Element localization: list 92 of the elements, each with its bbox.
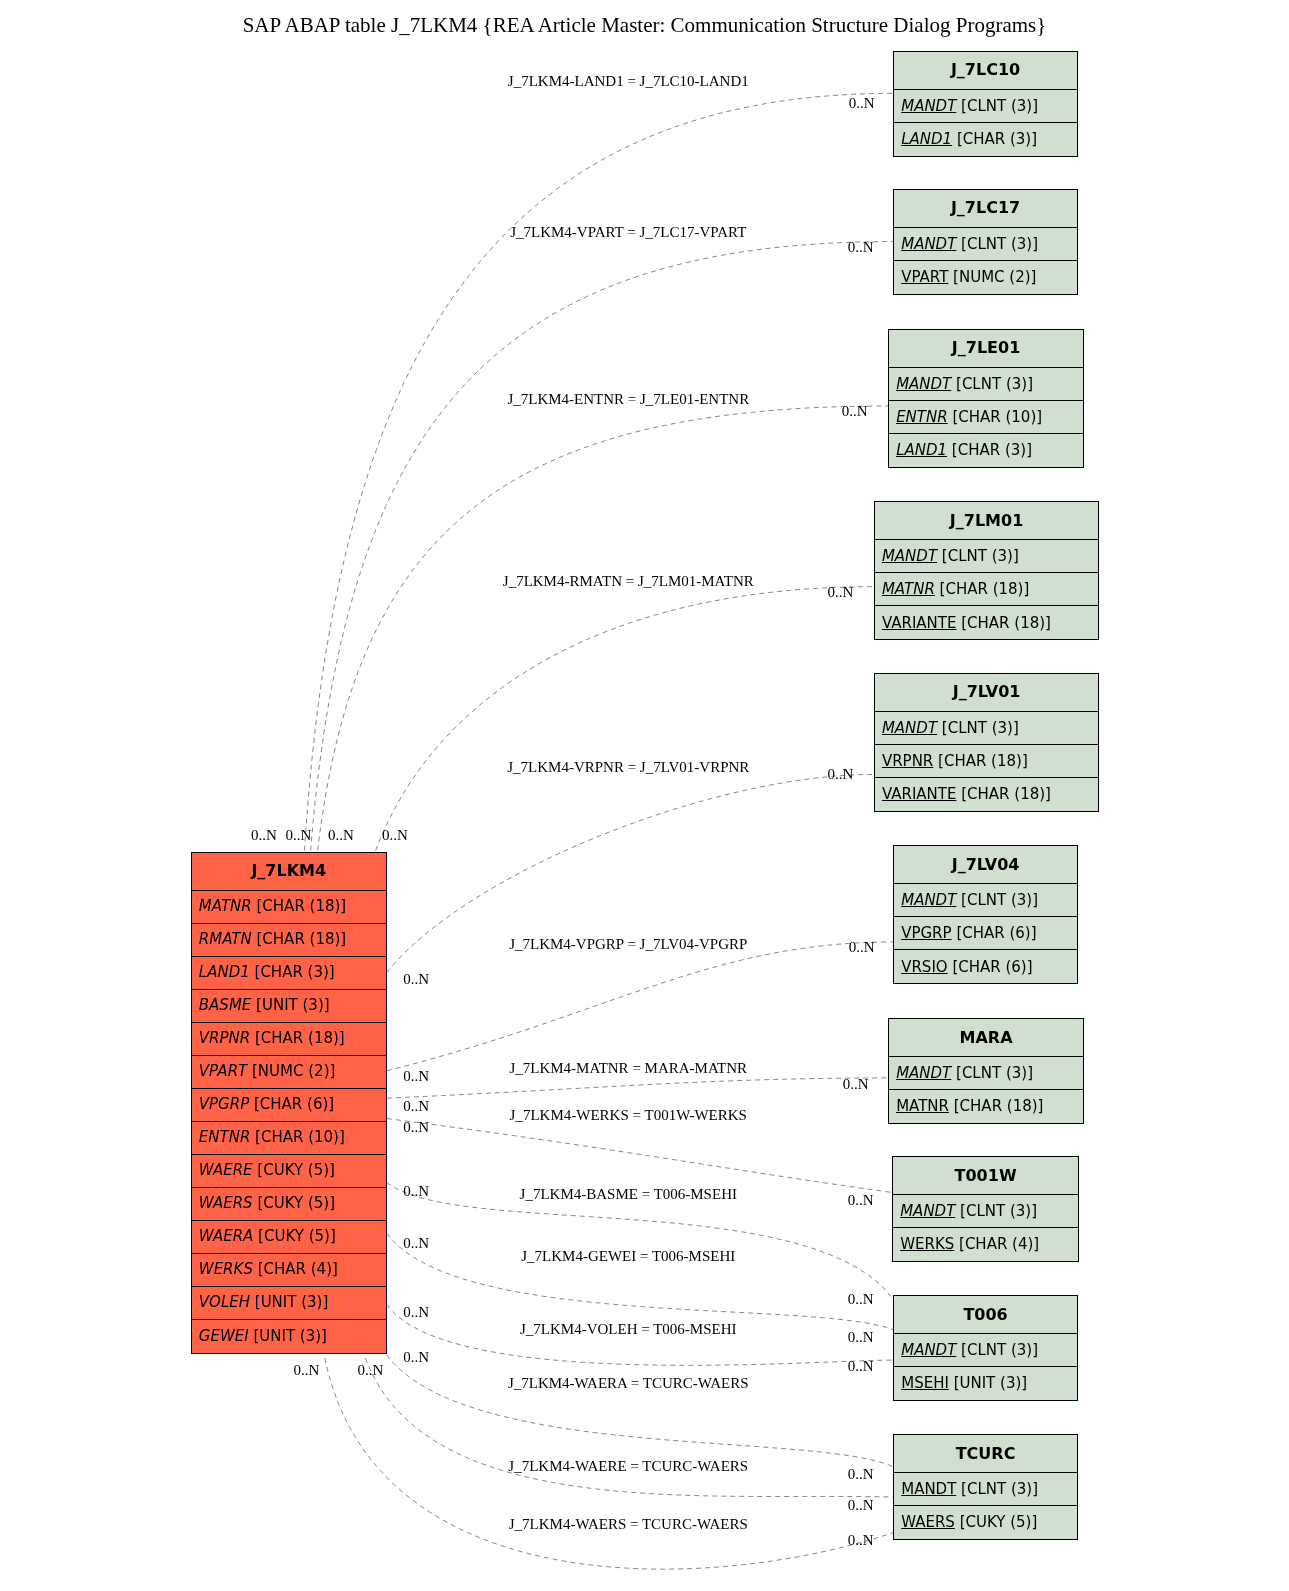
field-row-text: MSEHI [UNIT (3)] [900,1373,1029,1395]
cardinality-label: 0..N [827,765,854,785]
cardinality-label: 0..N [403,1347,430,1367]
field-row: WERKS [CHAR (4)] [191,1253,386,1287]
relationship-label: J_7LKM4-VOLEH = T006-MSEHI [520,1319,737,1339]
relationship-label: J_7LKM4-BASME = T006-MSEHI [519,1184,737,1204]
table-header: MARA [889,1019,1083,1058]
field-row-text: GEWEI [UNIT (3)] [197,1325,328,1347]
relationship-label: J_7LKM4-LAND1 = J_7LC10-LAND1 [507,71,749,91]
field-row: BASME [UNIT (3)] [191,989,386,1023]
field-row: MANDT [CLNT (3)] [893,1195,1078,1229]
cardinality-label: 0..N [403,1181,430,1201]
relationship-label: J_7LKM4-MATNR = MARA-MATNR [509,1058,748,1078]
cardinality-label: 0..N [847,237,874,257]
field-row: VRPNR [CHAR (18)] [191,1022,386,1056]
relationship-label: J_7LKM4-WAERS = TCURC-WAERS [508,1514,748,1534]
cardinality-label: 0..N [841,401,868,421]
cardinality-label: 0..N [847,1327,874,1347]
field-row: LAND1 [CHAR (3)] [191,956,386,990]
relationship-label: J_7LKM4-VPART = J_7LC17-VPART [510,223,747,243]
relationship-label: J_7LKM4-WERKS = T001W-WERKS [509,1106,747,1126]
relationship-label: J_7LKM4-GEWEI = T006-MSEHI [521,1246,736,1266]
field-row-text: VARIANTE [CHAR (18)] [880,612,1052,634]
field-row: MANDT [CLNT (3)] [894,89,1077,123]
field-row: MANDT [CLNT (3)] [874,711,1099,745]
relationship-label: J_7LKM4-VPGRP = J_7LV04-VPGRP [509,934,748,954]
cardinality-label: 0..N [381,826,408,846]
field-row: ENTNR [CHAR (10)] [191,1121,386,1155]
cardinality-label: 0..N [847,1464,874,1484]
cardinality-label: 0..N [250,826,277,846]
cardinality-label: 0..N [328,826,354,846]
relationship-label: J_7LKM4-RMATN = J_7LM01-MATNR [502,571,754,591]
cardinality-label: 0..N [357,1361,384,1380]
diagram-title: SAP ABAP table J_7LKM4 {REA Article Master: Communication Structure Dialog Programs} [241,12,1048,39]
cardinality-label: 0..N [842,1074,869,1094]
relationship-label: J_7LKM4-WAERE = TCURC-WAERS [508,1456,749,1476]
field-row-text: LAND1 [CHAR (3)] [900,129,1039,150]
relationship-label: J_7LKM4-WAERA = TCURC-WAERS [507,1374,749,1394]
cardinality-label: 0..N [403,1066,430,1086]
field-row: WAERE [CUKY (5)] [191,1154,386,1188]
field-row: RMATN [CHAR (18)] [191,923,386,957]
table-header: J_7LKM4 [191,852,386,891]
field-row-text: MATNR [CHAR (18)] [895,1096,1045,1118]
cardinality-label: 0..N [847,1356,874,1376]
field-row: MATNR [CHAR (18)] [874,573,1099,607]
table-header: J_7LE01 [889,329,1083,368]
table-header: J_7LM01 [874,502,1099,541]
relationship-label: J_7LKM4-ENTNR = J_7LE01-ENTNR [507,389,750,409]
cardinality-label: 0..N [848,937,875,957]
table-header: J_7LC10 [894,51,1077,90]
field-row: WAERS [CUKY (5)] [191,1187,386,1221]
cardinality-label: 0..N [847,1190,874,1210]
field-row-text: VRSIO [CHAR (6)] [900,956,1034,978]
field-row: MANDT [CLNT (3)] [874,540,1099,574]
field-row-text: LAND1 [CHAR (3)] [895,440,1033,462]
table-header: T001W [893,1157,1078,1196]
relationship-label: J_7LKM4-VRPNR = J_7LV01-VRPNR [507,758,750,778]
field-row-text: VARIANTE [CHAR (18)] [880,784,1052,806]
cardinality-label: 0..N [403,970,430,990]
field-row-text: WAERS [CUKY (5)] [900,1512,1039,1534]
cardinality-label: 0..N [827,582,854,602]
table-header: J_7LV01 [874,673,1099,712]
field-row: MANDT [CLNT (3)] [894,1334,1077,1368]
cardinality-label: 0..N [403,1117,430,1137]
field-row: MANDT [CLNT (3)] [894,227,1077,261]
cardinality-label: 0..N [293,1361,320,1380]
cardinality-label: 0..N [848,93,875,113]
cardinality-label: 0..N [847,1289,874,1309]
field-row: ENTNR [CHAR (10)] [889,400,1083,434]
cardinality-label: 0..N [403,1097,430,1117]
field-row: VPGRP [CHAR (6)] [894,917,1077,951]
field-row: VPGRP [CHAR (6)] [191,1088,386,1122]
cardinality-label: 0..N [847,1496,874,1515]
field-row: MANDT [CLNT (3)] [889,1057,1083,1091]
field-row-text: VPART [NUMC (2)] [900,267,1038,289]
field-row: VRPNR [CHAR (18)] [874,744,1099,778]
table-header: J_7LV04 [894,846,1077,885]
table-header: TCURC [894,1435,1077,1474]
field-row: MANDT [CLNT (3)] [894,1473,1077,1507]
field-row: VPART [NUMC (2)] [191,1055,386,1089]
field-row: MATNR [CHAR (18)] [191,890,386,924]
cardinality-label: 0..N [285,826,312,846]
cardinality-label: 0..N [403,1303,430,1323]
table-header: T006 [894,1296,1077,1335]
field-row: MANDT [CLNT (3)] [889,367,1083,401]
field-row: VOLEH [UNIT (3)] [191,1286,386,1320]
field-row-text: WERKS [CHAR (4)] [899,1234,1041,1256]
table-header: J_7LC17 [894,189,1077,228]
field-row: WAERA [CUKY (5)] [191,1220,386,1254]
field-row: MANDT [CLNT (3)] [894,884,1077,918]
cardinality-label: 0..N [403,1234,430,1254]
cardinality-label: 0..N [847,1530,874,1550]
